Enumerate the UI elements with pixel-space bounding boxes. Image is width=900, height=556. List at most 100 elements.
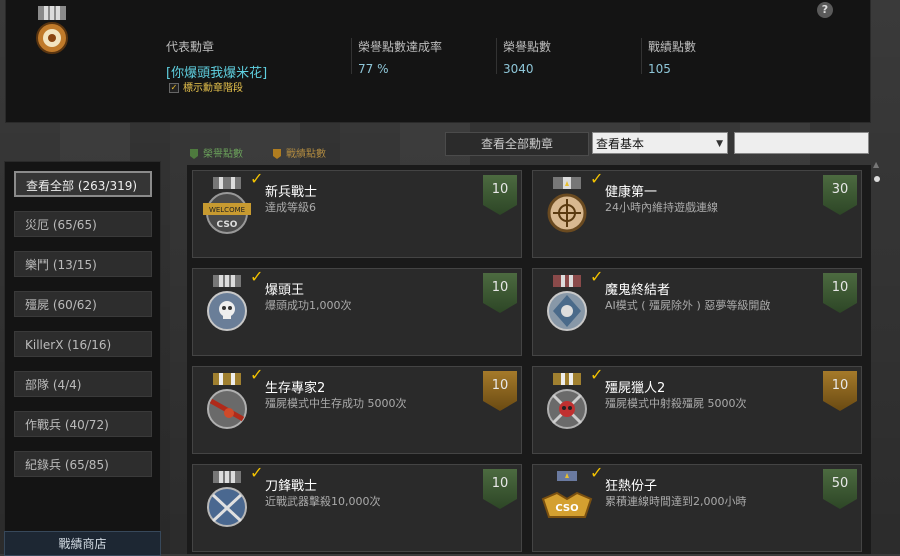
medal-card[interactable]: ✓ 生存專家2 殭屍模式中生存成功 5000次 10: [192, 365, 522, 454]
search-input[interactable]: [734, 132, 869, 154]
honor-points-badge: 50: [823, 469, 857, 509]
honor-points-badge: 10: [483, 469, 517, 509]
legend-record: 戰績點數: [273, 145, 326, 160]
cso-wings-medal-icon: CSO: [541, 471, 593, 518]
completed-check-icon: ✓: [250, 365, 264, 384]
medal-desc: 爆頭成功1,000次: [265, 299, 352, 312]
svg-text:CSO: CSO: [555, 503, 578, 514]
badge-points: 30: [831, 182, 849, 197]
record-points-badge: 10: [823, 371, 857, 411]
view-all-medals-button[interactable]: 查看全部勳章: [445, 132, 589, 156]
medal-desc: 達成等級6: [265, 201, 316, 214]
svg-text:CSO: CSO: [217, 220, 238, 230]
record-points-badge: 10: [483, 371, 517, 411]
demon-medal-icon: [547, 275, 587, 331]
completed-check-icon: ✓: [590, 169, 604, 188]
green-badge-icon: [190, 149, 198, 159]
record-shop-button[interactable]: 戰績商店: [4, 531, 161, 556]
legend-honor: 榮譽點數: [190, 145, 243, 160]
sidebar-item-disaster[interactable]: 災厄 (65/65): [14, 211, 152, 237]
medal-card[interactable]: ✓ 魔鬼終結者 AI模式 ( 殭屍除外 ) 惡夢等級開啟 10: [532, 267, 862, 356]
medal-card[interactable]: ✓ 爆頭王 爆頭成功1,000次 10: [192, 267, 522, 356]
representative-medal-icon: [36, 6, 68, 54]
divider: [496, 38, 497, 74]
medal-name: 魔鬼終結者: [605, 283, 671, 298]
completed-check-icon: ✓: [590, 365, 604, 384]
record-points-label: 戰績點數: [648, 40, 697, 54]
category-sidebar: 查看全部 (263/319) 災厄 (65/65) 樂鬥 (13/15) 殭屍 …: [4, 161, 161, 533]
record-points-value: 105: [648, 62, 671, 76]
sidebar-item-clan[interactable]: 部隊 (4/4): [14, 371, 152, 397]
medal-desc: 殭屍模式中生存成功 5000次: [265, 397, 407, 410]
sidebar-item-all[interactable]: 查看全部 (263/319): [14, 171, 152, 197]
skull-medal-icon: [207, 275, 247, 331]
filter-select-value: 查看基本: [596, 137, 645, 151]
scrollbar[interactable]: ▲: [873, 160, 881, 554]
medal-desc: 24小時內維持遊戲連線: [605, 201, 718, 214]
scroll-up-icon[interactable]: ▲: [873, 160, 879, 169]
checkbox-check-icon: ✓: [169, 83, 179, 93]
scrollbar-thumb[interactable]: [874, 176, 880, 182]
survivor-medal-icon: [207, 373, 247, 429]
record-points-field: 戰績點數 105: [648, 38, 696, 76]
badge-points: 10: [491, 280, 509, 295]
badge-points: 50: [831, 476, 849, 491]
completed-check-icon: ✓: [590, 463, 604, 482]
zombie-skull-medal-icon: [547, 373, 587, 429]
sidebar-item-killerx[interactable]: KillerX (16/16): [14, 331, 152, 357]
completed-check-icon: ✓: [250, 463, 264, 482]
chevron-down-icon: ▼: [716, 139, 723, 149]
divider: [351, 38, 352, 74]
medal-card[interactable]: ✓ 健康第一 24小時內維持遊戲連線 30: [532, 169, 862, 258]
medal-name: 刀鋒戰士: [265, 479, 318, 494]
medal-card[interactable]: WELCOME CSO ✓ 新兵戰士 達成等級6 10: [192, 169, 522, 258]
svg-text:WELCOME: WELCOME: [209, 206, 245, 214]
medal-name: 健康第一: [605, 185, 658, 200]
crossed-blades-medal-icon: [207, 471, 247, 527]
filter-select[interactable]: 查看基本 ▼: [592, 132, 728, 154]
show-grade-label: 標示勳章階段: [183, 83, 243, 94]
sidebar-item-zombie[interactable]: 殭屍 (60/62): [14, 291, 152, 317]
sidebar-item-fun-battle[interactable]: 樂鬥 (13/15): [14, 251, 152, 277]
badge-points: 10: [491, 182, 509, 197]
representative-medal-field: 代表勳章 [你爆頭我爆米花]: [166, 38, 267, 81]
sidebar-item-record[interactable]: 紀錄兵 (65/85): [14, 451, 152, 477]
honor-points-label: 榮譽點數: [503, 40, 552, 54]
honor-points-badge: 30: [823, 175, 857, 215]
honor-points-badge: 10: [483, 273, 517, 313]
medal-desc: AI模式 ( 殭屍除外 ) 惡夢等級開啟: [605, 299, 771, 312]
sidebar-item-combat[interactable]: 作戰兵 (40/72): [14, 411, 152, 437]
medal-card[interactable]: ✓ 刀鋒戰士 近戰武器擊殺10,000次 10: [192, 463, 522, 552]
honor-points-value: 3040: [503, 62, 534, 76]
medal-desc: 近戰武器擊殺10,000次: [265, 495, 381, 508]
medal-grid: WELCOME CSO ✓ 新兵戰士 達成等級6 10 ✓ 健康第一 24小時內…: [187, 165, 871, 554]
medal-desc: 累積連線時間達到2,000小時: [605, 495, 747, 508]
help-button[interactable]: ?: [817, 2, 833, 18]
medal-card[interactable]: ✓ 殭屍獵人2 殭屍模式中射殺殭屍 5000次 10: [532, 365, 862, 454]
gold-badge-icon: [273, 149, 281, 159]
medal-card[interactable]: CSO ✓ 狂熱份子 累積連線時間達到2,000小時 50: [532, 463, 862, 552]
badge-points: 10: [491, 476, 509, 491]
crosshair-medal-icon: [547, 177, 587, 233]
medal-desc: 殭屍模式中射殺殭屍 5000次: [605, 397, 747, 410]
honor-points-badge: 10: [823, 273, 857, 313]
honor-rate-value: 77 %: [358, 62, 389, 76]
show-grade-checkbox[interactable]: ✓ 標示勳章階段: [169, 79, 243, 94]
badge-points: 10: [491, 378, 509, 393]
honor-rate-field: 榮譽點數達成率 77 %: [358, 38, 442, 76]
medal-name: 爆頭王: [265, 283, 305, 298]
legend-record-label: 戰績點數: [286, 149, 326, 160]
legend-honor-label: 榮譽點數: [203, 149, 243, 160]
completed-check-icon: ✓: [590, 267, 604, 286]
info-panel: ? 代表勳章 [你爆頭我爆米花] ✓ 標示勳章階段 榮譽點數達成率 77 % 榮譽…: [5, 0, 871, 123]
medal-name: 狂熱份子: [605, 479, 658, 494]
divider: [641, 38, 642, 74]
honor-points-badge: 10: [483, 175, 517, 215]
badge-points: 10: [831, 378, 849, 393]
medal-name: 生存專家2: [265, 381, 326, 396]
medal-name: 殭屍獵人2: [605, 381, 666, 396]
honor-points-field: 榮譽點數 3040: [503, 38, 551, 76]
honor-rate-label: 榮譽點數達成率: [358, 40, 443, 54]
badge-points: 10: [831, 280, 849, 295]
completed-check-icon: ✓: [250, 267, 264, 286]
